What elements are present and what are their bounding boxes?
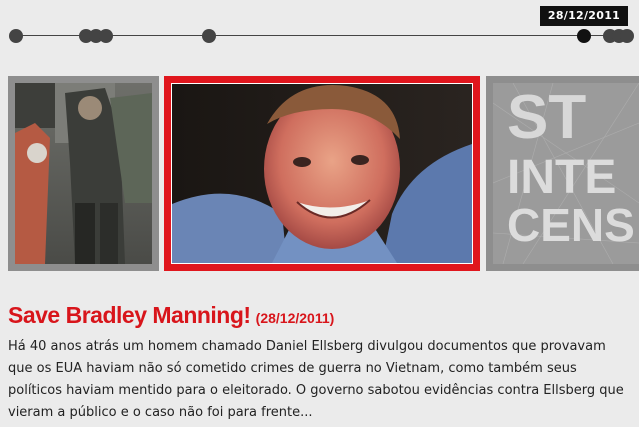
active-date-badge: 28/12/2011 (540, 6, 628, 26)
article-excerpt: Há 40 anos atrás um homem chamado Daniel… (8, 339, 624, 420)
slide-previous[interactable] (8, 76, 159, 271)
poster-text-line: ST (507, 83, 586, 152)
timeline-dot-active[interactable] (577, 29, 591, 43)
slide-current[interactable] (164, 76, 480, 271)
timeline-dot[interactable] (99, 29, 113, 43)
article-heading: Save Bradley Manning! (28/12/2011) (8, 302, 334, 329)
poster-text-line: CENS (507, 199, 635, 251)
timeline-dot[interactable] (9, 29, 23, 43)
stop-internet-censorship-poster: ST INTE CENS (493, 83, 639, 264)
bradley-manning-portrait (172, 84, 472, 263)
article-date: (28/12/2011) (255, 310, 335, 326)
article-title-link[interactable]: Save Bradley Manning! (8, 302, 251, 328)
timeline: 28/12/2011 (0, 0, 639, 60)
slide-next[interactable]: ST INTE CENS (486, 76, 639, 271)
poster-text-line: INTE (507, 151, 616, 204)
timeline-dot[interactable] (620, 29, 634, 43)
protest-photo (15, 83, 152, 264)
timeline-dot[interactable] (202, 29, 216, 43)
